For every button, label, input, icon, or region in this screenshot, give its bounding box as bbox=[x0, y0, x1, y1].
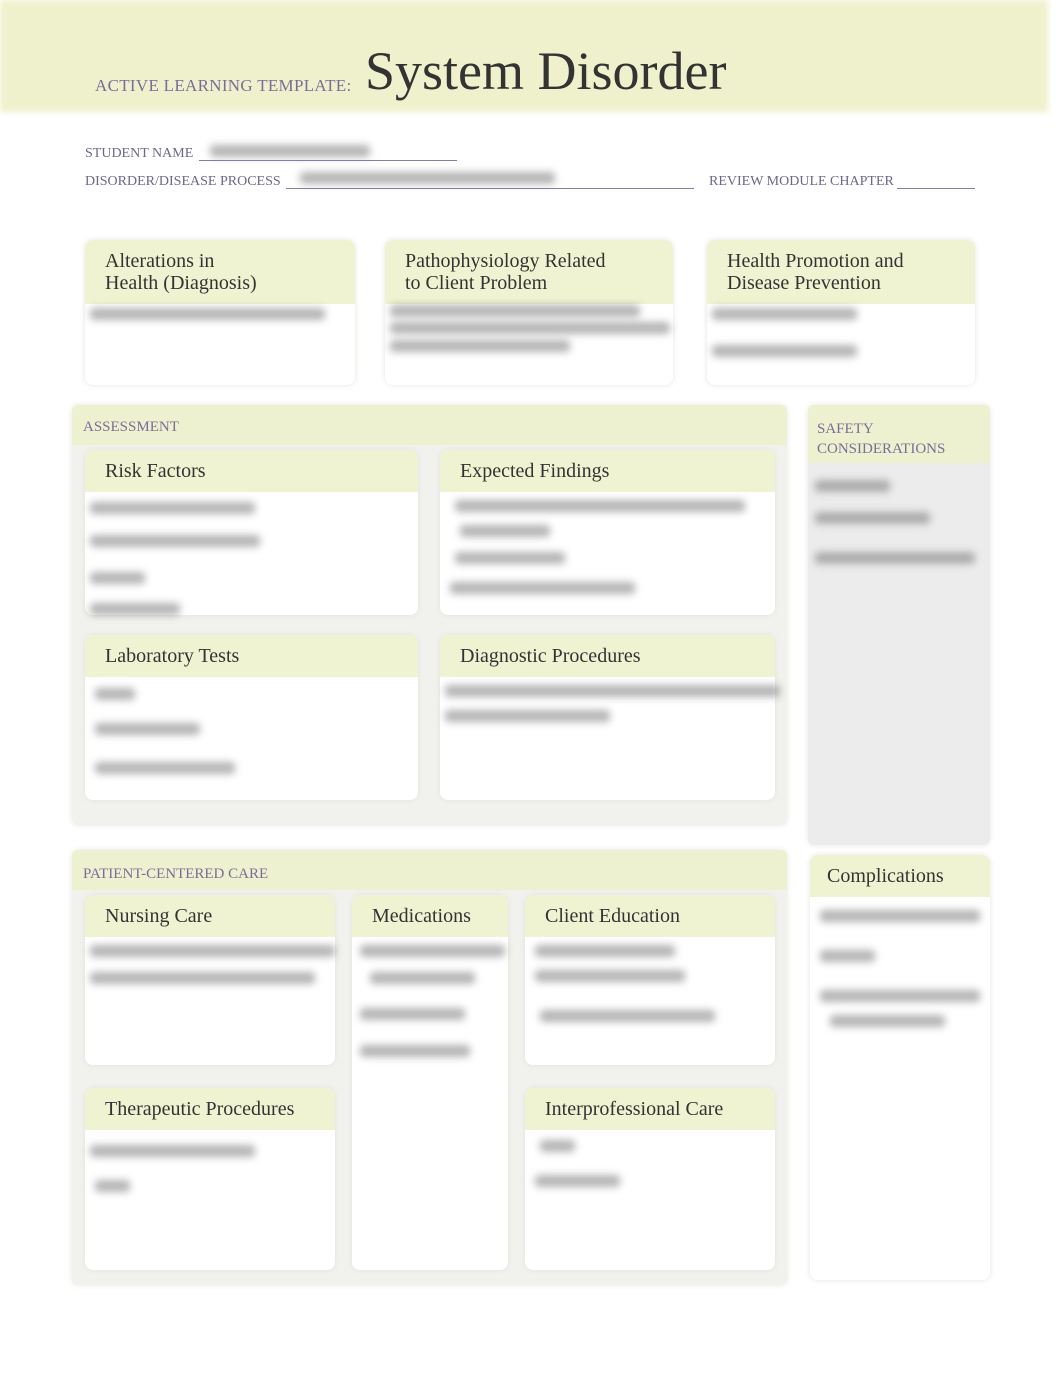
redacted-entry bbox=[455, 500, 745, 512]
redacted-entry bbox=[820, 990, 980, 1002]
redacted-entry bbox=[445, 685, 780, 697]
redacted-entry bbox=[455, 552, 565, 564]
template-label: ACTIVE LEARNING TEMPLATE: bbox=[95, 76, 352, 95]
safety-label: SAFETY CONSIDERATIONS bbox=[817, 421, 946, 457]
review-module-label: REVIEW MODULE CHAPTER bbox=[709, 174, 894, 189]
redacted-entry bbox=[90, 308, 325, 320]
box-heading: Pathophysiology Related to Client Proble… bbox=[385, 240, 673, 304]
redacted-entry bbox=[390, 305, 640, 317]
redacted-entry bbox=[90, 502, 255, 514]
box-heading: Complications bbox=[810, 855, 990, 897]
redacted-entry bbox=[95, 762, 235, 774]
box-heading: Laboratory Tests bbox=[85, 635, 418, 677]
redacted-entry bbox=[535, 970, 685, 982]
assessment-label: ASSESSMENT bbox=[83, 419, 179, 435]
redacted-entry bbox=[360, 1045, 470, 1057]
redacted-entry bbox=[300, 172, 555, 184]
student-name-field[interactable] bbox=[199, 160, 457, 161]
box-heading: Expected Findings bbox=[440, 450, 775, 492]
page-title: System Disorder bbox=[365, 41, 727, 101]
redacted-entry bbox=[90, 603, 180, 615]
redacted-entry bbox=[95, 688, 135, 700]
redacted-entry bbox=[360, 945, 505, 957]
redacted-entry bbox=[90, 972, 315, 984]
redacted-entry bbox=[390, 340, 570, 352]
box-heading: Health Promotion and Disease Prevention bbox=[707, 240, 975, 304]
box-heading: Therapeutic Procedures bbox=[85, 1088, 335, 1130]
redacted-entry bbox=[540, 1010, 715, 1022]
disorder-label: DISORDER/DISEASE PROCESS bbox=[85, 174, 281, 189]
redacted-entry bbox=[535, 945, 675, 957]
redacted-entry bbox=[712, 345, 857, 357]
risk-factors-box[interactable]: Risk Factors bbox=[85, 450, 418, 615]
redacted-entry bbox=[90, 572, 145, 584]
redacted-entry bbox=[90, 1145, 255, 1157]
redacted-entry bbox=[210, 145, 370, 157]
redacted-entry bbox=[95, 723, 200, 735]
redacted-entry bbox=[360, 1008, 465, 1020]
disorder-field[interactable] bbox=[286, 188, 694, 189]
redacted-entry bbox=[815, 512, 930, 524]
redacted-entry bbox=[460, 525, 550, 537]
box-heading: Client Education bbox=[525, 895, 775, 937]
redacted-entry bbox=[815, 480, 890, 492]
box-heading: Medications bbox=[352, 895, 508, 937]
therapeutic-procedures-box[interactable]: Therapeutic Procedures bbox=[85, 1088, 335, 1270]
redacted-entry bbox=[450, 582, 635, 594]
box-heading: Alterations in Health (Diagnosis) bbox=[85, 240, 355, 304]
redacted-entry bbox=[712, 308, 857, 320]
redacted-entry bbox=[90, 535, 260, 547]
safety-panel[interactable] bbox=[808, 405, 990, 845]
review-module-field[interactable] bbox=[897, 188, 975, 189]
laboratory-tests-box[interactable]: Laboratory Tests bbox=[85, 635, 418, 800]
box-heading: Nursing Care bbox=[85, 895, 335, 937]
redacted-entry bbox=[820, 910, 980, 922]
redacted-entry bbox=[820, 950, 875, 962]
student-name-label: STUDENT NAME bbox=[85, 146, 194, 161]
redacted-entry bbox=[95, 1180, 130, 1192]
box-heading: Interprofessional Care bbox=[525, 1088, 775, 1130]
box-heading: Risk Factors bbox=[85, 450, 418, 492]
redacted-entry bbox=[535, 1175, 620, 1187]
patient-centered-care-label: PATIENT-CENTERED CARE bbox=[83, 866, 269, 882]
redacted-entry bbox=[370, 972, 475, 984]
redacted-entry bbox=[540, 1140, 575, 1152]
redacted-entry bbox=[830, 1015, 945, 1027]
redacted-entry bbox=[90, 945, 335, 957]
redacted-entry bbox=[815, 552, 975, 564]
redacted-entry bbox=[445, 710, 610, 722]
box-heading: Diagnostic Procedures bbox=[440, 635, 775, 677]
redacted-entry bbox=[390, 322, 670, 334]
